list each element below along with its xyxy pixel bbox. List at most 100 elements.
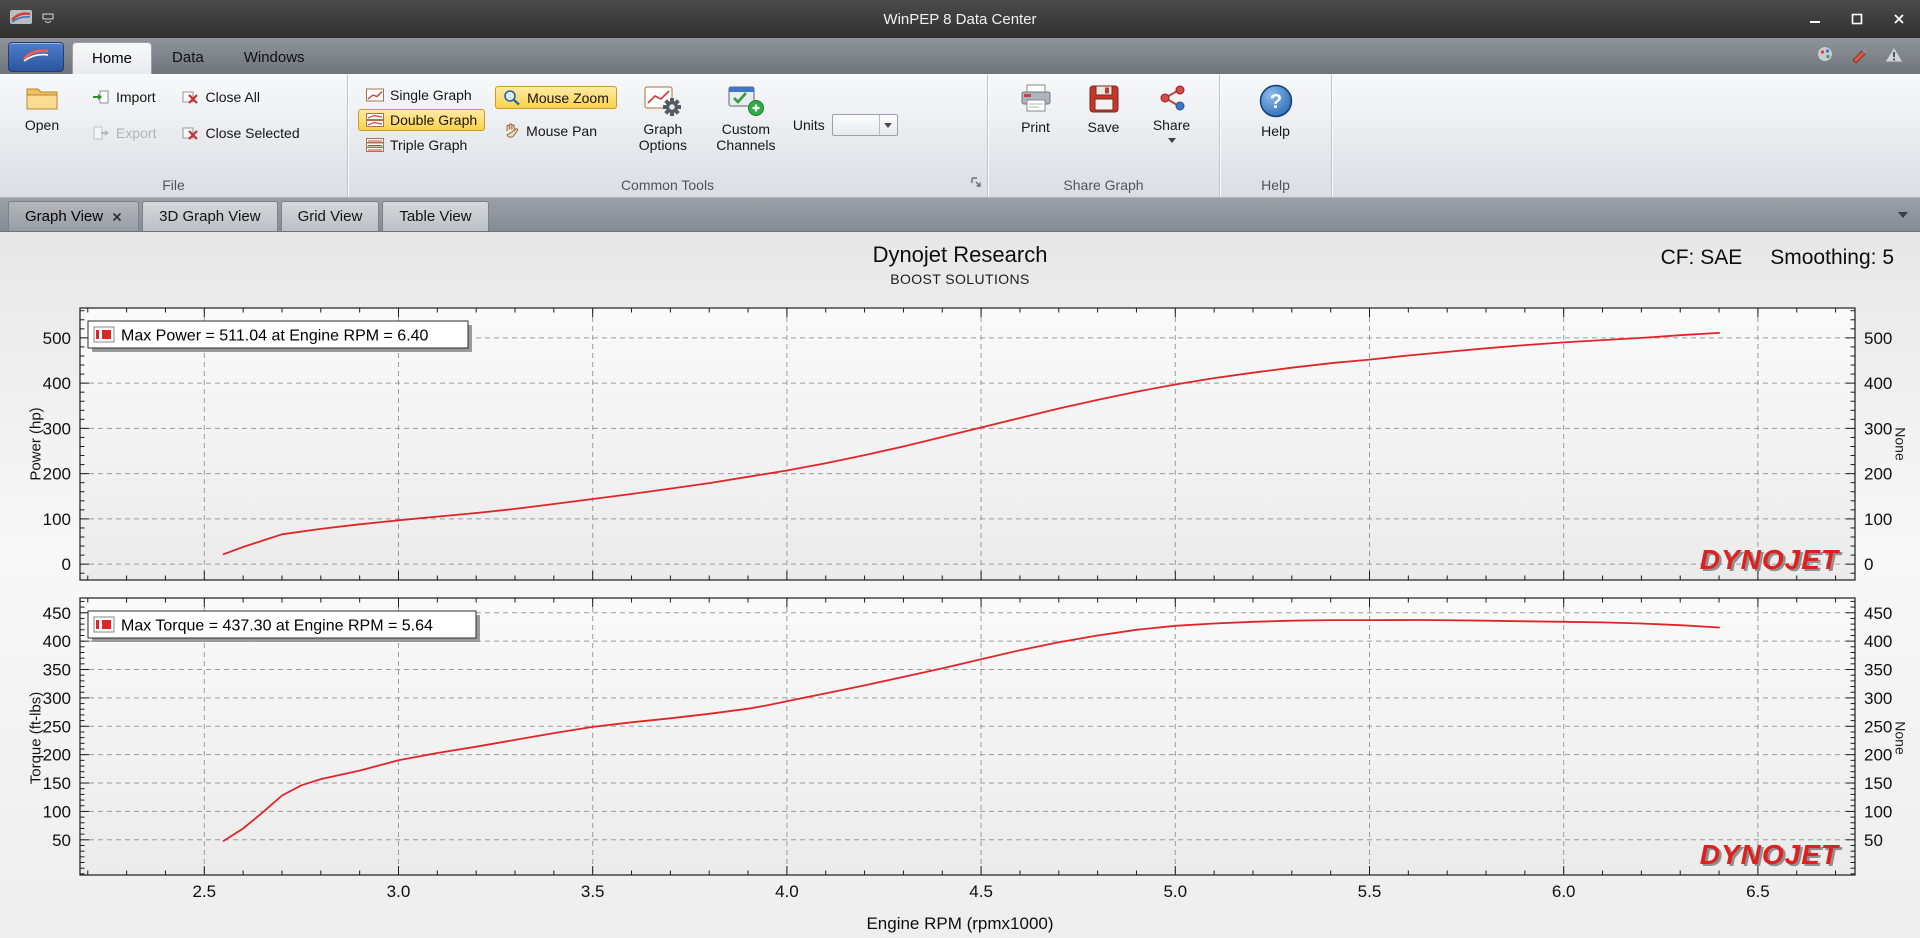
svg-text:300: 300 — [1864, 419, 1892, 438]
svg-text:100: 100 — [43, 802, 71, 821]
print-button[interactable]: Print — [1007, 78, 1065, 135]
svg-text:400: 400 — [1864, 374, 1892, 393]
dynojet-logo: DYNOJETDYNOJET — [1700, 839, 1843, 872]
svg-text:400: 400 — [1864, 632, 1892, 651]
magnifier-icon — [503, 89, 521, 106]
app-icon[interactable] — [10, 9, 32, 30]
ribbon-group-help: ? Help Help — [1220, 74, 1332, 197]
tab-grid-view[interactable]: Grid View — [280, 201, 380, 231]
units-dropdown[interactable] — [831, 114, 898, 136]
help-button[interactable]: ? Help — [1247, 78, 1305, 139]
pen-icon[interactable] — [1850, 45, 1870, 68]
quick-access-dropdown-icon[interactable] — [42, 10, 54, 28]
svg-text:200: 200 — [1864, 465, 1892, 484]
svg-text:6.0: 6.0 — [1552, 882, 1576, 901]
import-button[interactable]: Import — [84, 86, 164, 108]
torque-legend[interactable]: Max Torque = 437.30 at Engine RPM = 5.64 — [87, 610, 480, 642]
tab-3d-graph-view[interactable]: 3D Graph View — [142, 201, 278, 231]
graph-options-icon — [644, 83, 682, 117]
power-axis-title: Power (hp) — [27, 407, 45, 481]
mouse-zoom-button[interactable]: Mouse Zoom — [495, 86, 617, 109]
svg-text:4.5: 4.5 — [969, 882, 993, 901]
svg-text:250: 250 — [43, 717, 71, 736]
window-title: WinPEP 8 Data Center — [883, 10, 1037, 28]
x-axis-title: Engine RPM (rpmx1000) — [866, 914, 1054, 933]
svg-text:2.5: 2.5 — [192, 882, 216, 901]
view-tab-strip: Graph View 3D Graph View Grid View Table… — [0, 198, 1920, 231]
collapse-ribbon-button[interactable] — [1898, 173, 1912, 191]
folder-icon — [24, 83, 60, 113]
winpep-window: WinPEP 8 Data Center Home Data Windows O… — [0, 0, 1920, 938]
graph-view-panel: Dynojet Research BOOST SOLUTIONS CF: SAE… — [0, 231, 1920, 938]
torque-axis-title: Torque (ft-lbs) — [27, 691, 45, 785]
group-label-share: Share Graph — [1063, 177, 1144, 193]
power-right-axis-title: None — [1892, 427, 1908, 461]
svg-text:100: 100 — [43, 510, 71, 529]
svg-text:500: 500 — [43, 329, 71, 348]
help-icon: ? — [1258, 83, 1294, 119]
cf-label: CF: SAE — [1660, 246, 1743, 269]
share-button[interactable]: Share — [1143, 78, 1201, 144]
triple-graph-icon — [366, 138, 384, 152]
export-icon — [92, 125, 110, 141]
save-button[interactable]: Save — [1075, 78, 1133, 135]
svg-text:50: 50 — [52, 831, 71, 850]
maximize-button[interactable] — [1836, 5, 1878, 33]
svg-text:100: 100 — [1864, 510, 1892, 529]
svg-text:5.5: 5.5 — [1358, 882, 1382, 901]
close-selected-button[interactable]: Close Selected — [174, 122, 307, 144]
svg-text:300: 300 — [1864, 689, 1892, 708]
single-graph-button[interactable]: Single Graph — [358, 84, 485, 106]
graph-options-button[interactable]: Graph Options — [627, 78, 699, 153]
svg-text:350: 350 — [1864, 661, 1892, 680]
graph-title: Dynojet Research — [872, 242, 1048, 267]
tab-close-icon[interactable] — [112, 212, 122, 222]
svg-text:6.5: 6.5 — [1746, 882, 1770, 901]
svg-text:0: 0 — [62, 555, 71, 574]
power-legend[interactable]: Max Power = 511.04 at Engine RPM = 6.40 — [87, 320, 472, 352]
svg-text:200: 200 — [43, 746, 71, 765]
minimize-button[interactable] — [1794, 5, 1836, 33]
tab-graph-view[interactable]: Graph View — [8, 201, 140, 231]
winpep-logo-icon — [21, 46, 51, 69]
close-button[interactable] — [1878, 5, 1920, 33]
dialog-launcher-icon[interactable] — [970, 175, 982, 193]
power-chart[interactable]: DYNOJET DYNOJET 0 0 100 100 200 200 300 300 400 400… — [0, 298, 1920, 590]
svg-text:250: 250 — [1864, 717, 1892, 736]
ribbon-tab-home[interactable]: Home — [72, 42, 153, 74]
correction-factor-readout: CF: SAE Smoothing: 5 — [1661, 246, 1894, 270]
svg-text:500: 500 — [1864, 329, 1892, 348]
double-graph-button[interactable]: Double Graph — [358, 109, 486, 131]
svg-text:200: 200 — [43, 465, 71, 484]
titlebar: WinPEP 8 Data Center — [0, 0, 1920, 38]
svg-text:Max Power = 511.04 at Engine R: Max Power = 511.04 at Engine RPM = 6.40 — [121, 328, 429, 345]
svg-text:400: 400 — [43, 374, 71, 393]
double-graph-icon — [366, 113, 384, 127]
custom-channels-icon — [727, 83, 765, 117]
tab-table-view[interactable]: Table View — [382, 201, 489, 231]
units-label: Units — [792, 117, 825, 133]
open-button[interactable]: Open — [10, 78, 74, 133]
palette-icon[interactable] — [1816, 45, 1836, 68]
custom-channels-button[interactable]: Custom Channels — [709, 78, 783, 153]
ribbon-tab-data[interactable]: Data — [152, 41, 224, 74]
svg-text:5.0: 5.0 — [1163, 882, 1187, 901]
close-all-button[interactable]: Close All — [174, 86, 307, 108]
svg-text:?: ? — [1269, 91, 1281, 113]
ribbon-tab-windows[interactable]: Windows — [224, 41, 325, 74]
mouse-pan-button[interactable]: Mouse Pan — [495, 119, 617, 142]
torque-chart[interactable]: DYNOJET DYNOJET 50 50 100 100 150 150 200 200 250 2… — [0, 590, 1920, 912]
svg-text:3.5: 3.5 — [581, 882, 605, 901]
hand-icon — [503, 122, 520, 139]
graph-subtitle: BOOST SOLUTIONS — [890, 271, 1030, 287]
svg-text:350: 350 — [43, 661, 71, 680]
warning-icon[interactable] — [1884, 45, 1904, 68]
printer-icon — [1019, 83, 1053, 115]
application-menu-button[interactable] — [8, 42, 64, 72]
svg-text:50: 50 — [1864, 831, 1883, 850]
close-all-icon — [182, 90, 199, 105]
share-icon — [1156, 83, 1188, 113]
triple-graph-button[interactable]: Triple Graph — [358, 134, 485, 156]
chevron-down-icon — [878, 115, 897, 135]
tab-overflow-arrow-icon[interactable] — [1898, 205, 1920, 231]
